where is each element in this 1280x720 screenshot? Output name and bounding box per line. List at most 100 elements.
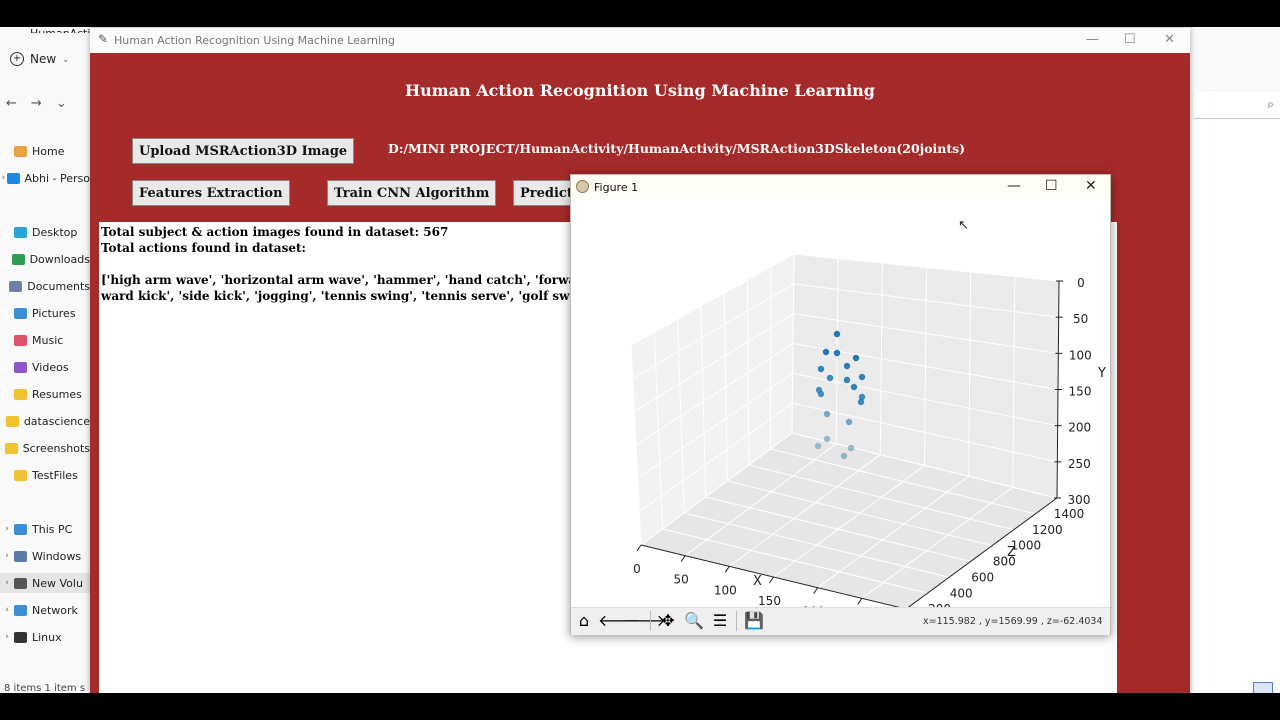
sidebar-item-music[interactable]: Music [0, 330, 90, 350]
sidebar-item-pictures[interactable]: Pictures [0, 303, 90, 323]
bottom-black-bar [0, 693, 1280, 720]
forward-arrow-icon[interactable]: → [31, 96, 42, 111]
joint-point [840, 452, 848, 460]
sidebar-item-label: Resumes [32, 387, 82, 401]
sidebar-item-label: Windows [32, 549, 82, 563]
sidebar-item-new-volu[interactable]: › New Volu [0, 573, 90, 593]
figure-titlebar: Figure 1 — ☐ ✕ [571, 175, 1110, 201]
y-tick-label: 150 [1069, 385, 1092, 399]
home-icon[interactable]: ⌂ [573, 611, 595, 631]
train-cnn-button[interactable]: Train CNN Algorithm [327, 180, 497, 206]
sidebar-item-label: Linux [32, 630, 62, 644]
close-icon[interactable]: ✕ [1164, 32, 1175, 47]
close-icon[interactable]: ✕ [1085, 178, 1097, 194]
explorer-new-button[interactable]: + New ⌄ [10, 52, 69, 66]
sidebar-item-label: Desktop [32, 225, 78, 239]
figure-title: Figure 1 [594, 181, 639, 194]
maximize-icon[interactable]: ☐ [1124, 32, 1136, 47]
x-axis-label: X [753, 574, 762, 589]
sidebar-item-label: Screenshots [22, 441, 90, 455]
sidebar-item-documents[interactable]: Documents [0, 276, 90, 296]
sidebar-item-this-pc[interactable]: › This PC [0, 519, 90, 539]
folder-icon [14, 361, 27, 373]
z-tick-label: 600 [971, 570, 994, 584]
sidebar-item-screenshots[interactable]: Screenshots [0, 438, 90, 458]
back-arrow-icon[interactable]: ← [6, 96, 17, 111]
sidebar-item-windows[interactable]: › Windows [0, 546, 90, 566]
chevron-right-icon[interactable]: › [0, 173, 7, 183]
sidebar-item-abhi-perso[interactable]: › Abhi - Perso [0, 168, 90, 188]
folder-icon [14, 307, 27, 319]
z-axis-label: Z [1007, 545, 1016, 560]
x-tick-label: 0 [633, 562, 641, 576]
folder-icon [14, 388, 27, 400]
mouse-cursor-icon: ↖ [958, 218, 969, 233]
sidebar-item-label: This PC [32, 522, 73, 536]
sidebar-item-resumes[interactable]: Resumes [0, 384, 90, 404]
y-tick-label: 0 [1077, 276, 1085, 290]
sidebar-item-linux[interactable]: › Linux [0, 627, 90, 647]
x-tick-label: 50 [674, 573, 689, 587]
sidebar-item-label: Pictures [32, 306, 76, 320]
sidebar-item-label: New Volu [32, 576, 83, 590]
app-window-title: Human Action Recognition Using Machine L… [114, 34, 395, 47]
sidebar-item-network[interactable]: › Network [0, 600, 90, 620]
configure-subplots-icon[interactable]: ☰ [709, 611, 731, 631]
joint-point [833, 330, 841, 338]
folder-icon [9, 280, 23, 292]
explorer-search-box[interactable]: ⌕ [1195, 92, 1280, 119]
sidebar-item-testfiles[interactable]: TestFiles [0, 465, 90, 485]
chevron-right-icon[interactable]: › [0, 632, 14, 642]
minimize-icon[interactable]: — [1007, 178, 1021, 194]
folder-icon [14, 550, 27, 562]
z-tick-label: 1400 [1054, 507, 1085, 521]
y-axis-label: Y [1097, 366, 1106, 381]
chevron-right-icon[interactable]: › [0, 605, 14, 615]
sidebar-item-label: Network [32, 603, 78, 617]
zoom-icon[interactable]: 🔍 [683, 611, 705, 631]
sidebar-item-downloads[interactable]: Downloads [0, 249, 90, 269]
chevron-down-icon[interactable]: ⌄ [56, 96, 67, 111]
toolbar-separator [650, 611, 651, 631]
output-line: Total actions found in dataset: [101, 241, 306, 255]
sidebar-item-datascience[interactable]: datascience [0, 411, 90, 431]
sidebar-item-home[interactable]: Home [0, 141, 90, 161]
minimize-icon[interactable]: — [1086, 32, 1099, 47]
x-tick-mark [680, 555, 686, 562]
chevron-right-icon[interactable]: › [0, 578, 14, 588]
folder-icon [14, 577, 27, 589]
chevron-right-icon[interactable]: › [0, 551, 14, 561]
explorer-new-label: New [30, 52, 57, 66]
save-icon[interactable]: 💾 [743, 611, 765, 631]
joint-point [850, 383, 858, 391]
joint-point [847, 444, 855, 452]
folder-icon [14, 469, 27, 481]
x-tick-label: 150 [758, 594, 781, 607]
sidebar-item-videos[interactable]: Videos [0, 357, 90, 377]
joint-point [858, 373, 866, 381]
sidebar-item-label: TestFiles [32, 468, 78, 482]
3d-plot-area[interactable]: 0501001502002503000200400600800100012001… [571, 201, 1110, 640]
y-tick-label: 300 [1068, 493, 1091, 507]
x-tick-label: 100 [714, 583, 737, 597]
joint-point [817, 365, 825, 373]
maximize-icon[interactable]: ☐ [1045, 178, 1058, 194]
joint-point [822, 348, 830, 356]
z-tick-label: 400 [950, 586, 973, 600]
explorer-nav-buttons: ← → ⌄ [6, 96, 67, 111]
z-tick-label: 1200 [1032, 523, 1063, 537]
3d-scatter-plot[interactable]: 0501001502002503000200400600800100012001… [571, 201, 1110, 640]
joint-point [833, 349, 841, 357]
output-line: Total subject & action images found in d… [101, 225, 449, 239]
feather-icon: ✎ [98, 32, 109, 46]
pan-icon[interactable]: ✥ [657, 611, 679, 631]
features-extraction-button[interactable]: Features Extraction [132, 180, 290, 206]
back-arrow-icon[interactable]: 🡐 [598, 611, 641, 631]
sidebar-item-desktop[interactable]: Desktop [0, 222, 90, 242]
x-tick-mark [724, 566, 730, 573]
forward-arrow-icon[interactable]: 🡒 [623, 611, 666, 631]
matplotlib-icon [576, 180, 589, 193]
chevron-right-icon[interactable]: › [0, 524, 14, 534]
explorer-content-pane [1192, 120, 1280, 690]
upload-image-button[interactable]: Upload MSRAction3D Image [132, 138, 355, 164]
